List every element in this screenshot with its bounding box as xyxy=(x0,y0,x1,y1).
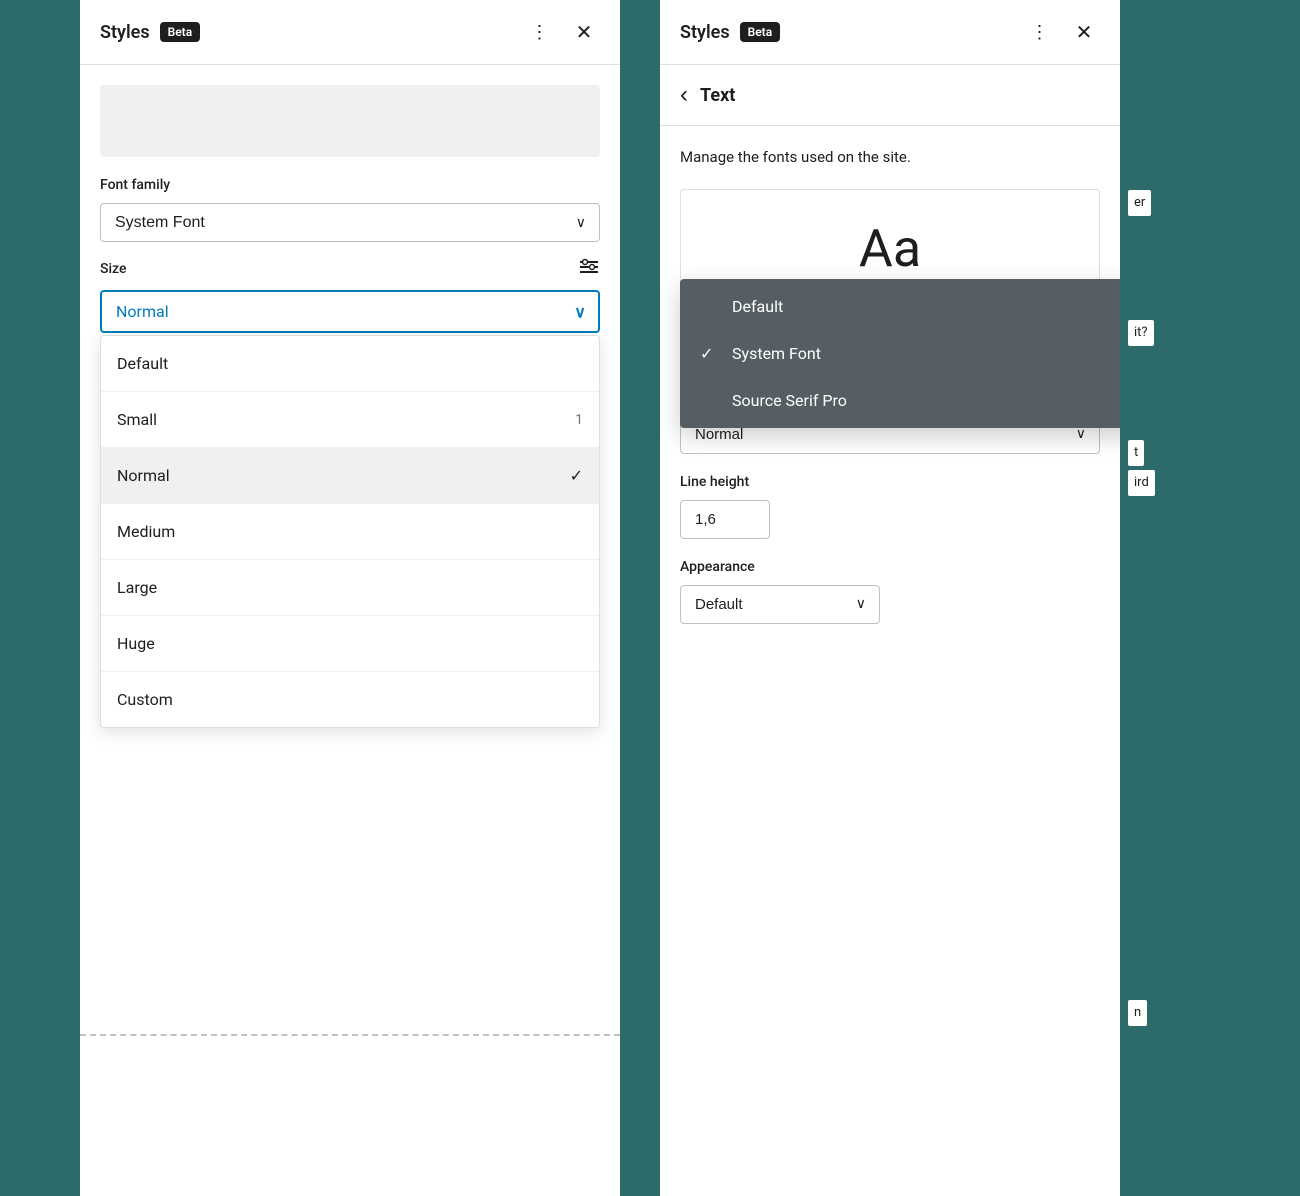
line-height-label: Line height xyxy=(680,474,1100,490)
right-close-button[interactable]: ✕ xyxy=(1068,16,1100,48)
size-label: Size xyxy=(100,261,126,277)
right-panel-title: Styles xyxy=(680,22,730,43)
size-option-default[interactable]: Default xyxy=(101,336,599,392)
font-family-select[interactable]: System Font xyxy=(100,203,600,242)
size-option-small-label: Small xyxy=(117,410,157,429)
font-option-system[interactable]: ✓ System Font xyxy=(680,330,1120,377)
side-text-it: it? xyxy=(1128,320,1154,346)
font-option-default-label: Default xyxy=(732,297,783,316)
font-option-source-serif[interactable]: ✓ Source Serif Pro xyxy=(680,377,1120,424)
size-option-default-label: Default xyxy=(117,354,168,373)
font-preview-section: Aa ✓ Default ✓ System Font ✓ Source Seri… xyxy=(680,189,1100,309)
size-option-large-label: Large xyxy=(117,578,157,597)
side-text-t: t xyxy=(1128,440,1144,466)
appearance-select[interactable]: Default xyxy=(680,585,880,624)
left-preview-area xyxy=(100,85,600,157)
left-panel-title: Styles xyxy=(100,22,150,43)
size-option-large[interactable]: Large xyxy=(101,560,599,616)
left-close-button[interactable]: ✕ xyxy=(568,16,600,48)
left-beta-badge: Beta xyxy=(160,22,201,42)
font-system-check: ✓ xyxy=(700,344,720,363)
left-panel-content: Font family System Font ∨ Size xyxy=(80,65,620,1196)
size-option-huge-label: Huge xyxy=(117,634,155,653)
back-chevron-icon: ‹ xyxy=(680,81,688,109)
font-option-default[interactable]: ✓ Default xyxy=(680,283,1120,330)
size-option-normal-label: Normal xyxy=(117,466,170,485)
size-select-value: Normal xyxy=(116,302,169,321)
left-panel-header: Styles Beta ⋮ ✕ xyxy=(80,0,620,65)
size-select-wrapper: Normal ∨ Default Small 1 Normal ✓ Medi xyxy=(100,290,600,333)
right-panel-actions: ⋮ ✕ xyxy=(1024,16,1100,48)
right-panel-header: Styles Beta ⋮ ✕ xyxy=(660,0,1120,65)
size-filter-icon xyxy=(578,258,600,280)
right-panel: Styles Beta ⋮ ✕ ‹ Text Manage the fonts … xyxy=(660,0,1120,1196)
appearance-label: Appearance xyxy=(680,559,1100,575)
font-family-select-wrapper: System Font ∨ xyxy=(100,203,600,242)
side-text-n: n xyxy=(1128,1000,1147,1026)
size-option-normal[interactable]: Normal ✓ xyxy=(101,448,599,504)
size-option-huge[interactable]: Huge xyxy=(101,616,599,672)
font-option-system-label: System Font xyxy=(732,344,821,363)
appearance-section: Appearance Default ∨ xyxy=(680,559,1100,624)
left-dots-icon: ⋮ xyxy=(531,22,550,43)
size-dropdown-list: Default Small 1 Normal ✓ Medium Large xyxy=(100,335,600,728)
side-text-ird: ird xyxy=(1128,470,1155,496)
left-panel: Styles Beta ⋮ ✕ Font family System Font … xyxy=(80,0,620,1196)
size-option-small-badge: 1 xyxy=(575,412,583,428)
font-family-dropdown: ✓ Default ✓ System Font ✓ Source Serif P… xyxy=(680,279,1120,428)
size-option-custom-label: Custom xyxy=(117,690,173,709)
line-height-input[interactable] xyxy=(680,500,770,539)
teal-bar-left xyxy=(0,0,40,1196)
right-close-icon: ✕ xyxy=(1076,20,1093,45)
appearance-wrapper: Default ∨ xyxy=(680,585,880,624)
font-preview-text: Aa xyxy=(859,218,921,279)
size-header: Size xyxy=(100,258,600,280)
line-height-section: Line height xyxy=(680,474,1100,539)
teal-right: er it? t ird n xyxy=(1120,0,1300,1196)
size-select-display[interactable]: Normal xyxy=(100,290,600,333)
right-beta-badge: Beta xyxy=(740,22,781,42)
size-option-normal-check: ✓ xyxy=(570,466,583,485)
font-family-label: Font family xyxy=(100,177,600,193)
left-more-button[interactable]: ⋮ xyxy=(524,16,556,48)
left-close-icon: ✕ xyxy=(576,20,593,45)
right-more-button[interactable]: ⋮ xyxy=(1024,16,1056,48)
size-option-medium-label: Medium xyxy=(117,522,175,541)
back-title: Text xyxy=(700,85,735,106)
size-option-medium[interactable]: Medium xyxy=(101,504,599,560)
side-text-er: er xyxy=(1128,190,1151,216)
font-option-source-label: Source Serif Pro xyxy=(732,391,847,410)
size-option-custom[interactable]: Custom xyxy=(101,672,599,727)
left-panel-actions: ⋮ ✕ xyxy=(524,16,600,48)
right-dots-icon: ⋮ xyxy=(1031,22,1050,43)
left-panel-title-group: Styles Beta xyxy=(100,22,200,43)
back-nav: ‹ Text xyxy=(660,65,1120,126)
size-option-small[interactable]: Small 1 xyxy=(101,392,599,448)
teal-gap xyxy=(620,0,640,1196)
manage-text: Manage the fonts used on the site. xyxy=(680,146,1100,169)
right-panel-content: Manage the fonts used on the site. Aa ✓ … xyxy=(660,126,1120,1196)
dashed-divider xyxy=(80,1034,620,1036)
right-panel-title-group: Styles Beta xyxy=(680,22,780,43)
back-button[interactable]: ‹ xyxy=(680,81,688,109)
